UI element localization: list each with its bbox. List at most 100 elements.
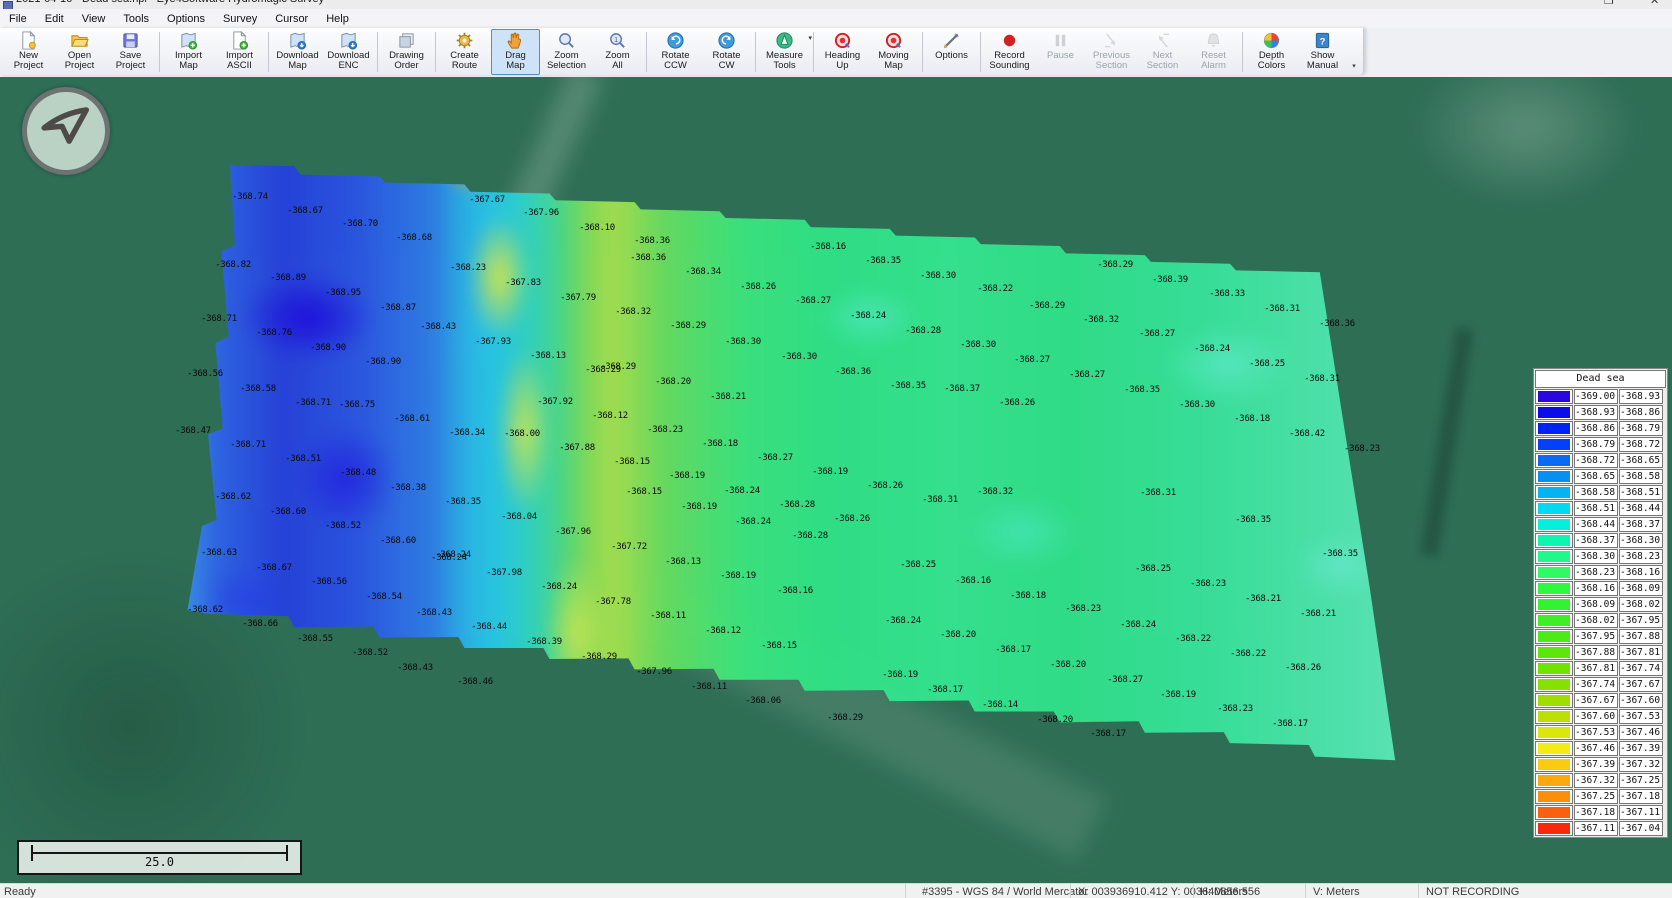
toolbar-button-moving-map[interactable]: MovingMap [869,29,918,75]
options-icon [942,31,961,51]
toolbar-button-show-manual[interactable]: ?ShowManual [1298,29,1347,75]
toolbar-button-download-enc[interactable]: DownloadENC [324,29,373,75]
toolbar-button-rotate-ccw[interactable]: RotateCCW [651,29,700,75]
depth-label: -368.20 [1050,660,1086,670]
compass-north-arrow-icon[interactable] [22,87,110,175]
depth-labels: -368.74-368.67-368.70-368.68-367.67-367.… [0,77,1672,883]
map-canvas[interactable]: -368.74-368.67-368.70-368.68-367.67-367.… [0,77,1672,883]
toolbar-button-record-sounding[interactable]: RecordSounding [985,29,1034,75]
legend-title: Dead sea [1535,370,1666,388]
legend-to-value: -368.37 [1619,517,1663,532]
toolbar-button-download-map[interactable]: DownloadMap [273,29,322,75]
toolbar-button-drag-map[interactable]: DragMap [491,29,540,75]
depth-label: -368.95 [325,288,361,298]
depth-label: -368.23 [1065,604,1101,614]
moving-map-icon [884,31,903,51]
toolbar-button-measure-tools[interactable]: MeasureTools▾ [760,29,809,75]
legend-row: -367.39-367.32 [1535,757,1666,772]
depth-label: -368.24 [724,486,760,496]
depth-label: -368.36 [1319,319,1355,329]
legend-color-swatch [1535,613,1573,628]
menu-item-file[interactable]: File [0,11,36,27]
depth-label: -367.96 [636,667,672,677]
depth-label: -368.13 [530,351,566,361]
toolbar-button-heading-up[interactable]: HeadingUp [818,29,867,75]
legend-to-value: -368.58 [1619,469,1663,484]
legend-from-value: -368.23 [1574,565,1618,580]
menu-item-options[interactable]: Options [158,11,214,27]
menu-item-tools[interactable]: Tools [114,11,158,27]
toolbar-button-import-ascii[interactable]: ImportASCII [215,29,264,75]
depth-label: -368.90 [365,357,401,367]
menu-item-view[interactable]: View [73,11,115,27]
depth-label: -368.62 [215,492,251,502]
depth-label: -368.76 [256,328,292,338]
legend-from-value: -367.67 [1574,693,1618,708]
depth-label: -368.04 [501,512,537,522]
toolbar-button-save-project[interactable]: SaveProject [106,29,155,75]
legend-row: -369.00-368.93 [1535,389,1666,404]
toolbar-button-next-section[interactable]: NextSection [1138,29,1187,75]
toolbar-button-rotate-cw[interactable]: RotateCW [702,29,751,75]
depth-label: -368.36 [634,236,670,246]
menu-item-cursor[interactable]: Cursor [266,11,317,27]
heading-up-icon [833,31,852,51]
depth-label: -368.15 [761,641,797,651]
toolbar-button-depth-colors[interactable]: DepthColors [1247,29,1296,75]
menu-item-survey[interactable]: Survey [214,11,266,27]
depth-label: -368.17 [1272,719,1308,729]
toolbar-button-new-project[interactable]: NewProject [4,29,53,75]
depth-label: -368.89 [270,273,306,283]
depth-label: -368.31 [922,495,958,505]
toolbar-overflow-button[interactable]: ▾ [1348,30,1360,74]
legend-row: -367.11-367.04 [1535,821,1666,836]
legend-to-value: -367.11 [1619,805,1663,820]
legend-color-swatch [1535,709,1573,724]
download-enc-icon [339,31,358,51]
rotate-cw-icon [717,31,736,51]
toolbar-button-import-map[interactable]: ImportMap [164,29,213,75]
depth-label: -368.35 [890,381,926,391]
legend-to-value: -368.51 [1619,485,1663,500]
menu-item-help[interactable]: Help [317,11,358,27]
toolbar-button-zoom-selection[interactable]: ZoomSelection [542,29,591,75]
depth-label: -368.24 [885,616,921,626]
legend-row: -368.23-368.16 [1535,565,1666,580]
toolbar-button-options[interactable]: Options [927,29,976,75]
toolbar-button-drawing-order[interactable]: DrawingOrder [382,29,431,75]
depth-label: -368.61 [394,414,430,424]
depth-label: -368.74 [232,192,268,202]
depth-label: -368.82 [215,260,251,270]
legend-row: -367.67-367.60 [1535,693,1666,708]
depth-label: -368.23 [1217,704,1253,714]
close-button[interactable]: ✕ [1650,0,1659,7]
depth-label: -368.44 [471,622,507,632]
toolbar-button-pause[interactable]: Pause [1036,29,1085,75]
legend-row: -368.16-368.09 [1535,581,1666,596]
legend-color-swatch [1535,821,1573,836]
toolbar-button-zoom-all[interactable]: 1ZoomAll [593,29,642,75]
app-icon [3,1,13,9]
toolbar-button-previous-section[interactable]: PreviousSection [1087,29,1136,75]
menu-item-edit[interactable]: Edit [36,11,73,27]
toolbar-button-open-project[interactable]: OpenProject [55,29,104,75]
depth-label: -368.19 [669,471,705,481]
depth-label: -368.35 [865,256,901,266]
drag-map-icon [506,31,525,51]
depth-label: -368.67 [256,563,292,573]
depth-label: -368.19 [812,467,848,477]
depth-label: -368.48 [340,468,376,478]
depth-label: -368.75 [339,400,375,410]
dropdown-arrow-icon[interactable]: ▾ [808,34,812,42]
legend-row: -367.25-367.18 [1535,789,1666,804]
depth-label: -368.18 [1010,591,1046,601]
depth-label: -368.31 [1304,374,1340,384]
depth-label: -367.96 [555,527,591,537]
toolbar-button-reset-alarm[interactable]: ResetAlarm [1189,29,1238,75]
legend-to-value: -368.72 [1619,437,1663,452]
pause-icon [1051,31,1070,51]
maximize-button[interactable]: ❐ [1604,0,1614,7]
depth-label: -368.90 [310,343,346,353]
depth-label: -368.62 [187,605,223,615]
toolbar-button-create-route[interactable]: CreateRoute [440,29,489,75]
